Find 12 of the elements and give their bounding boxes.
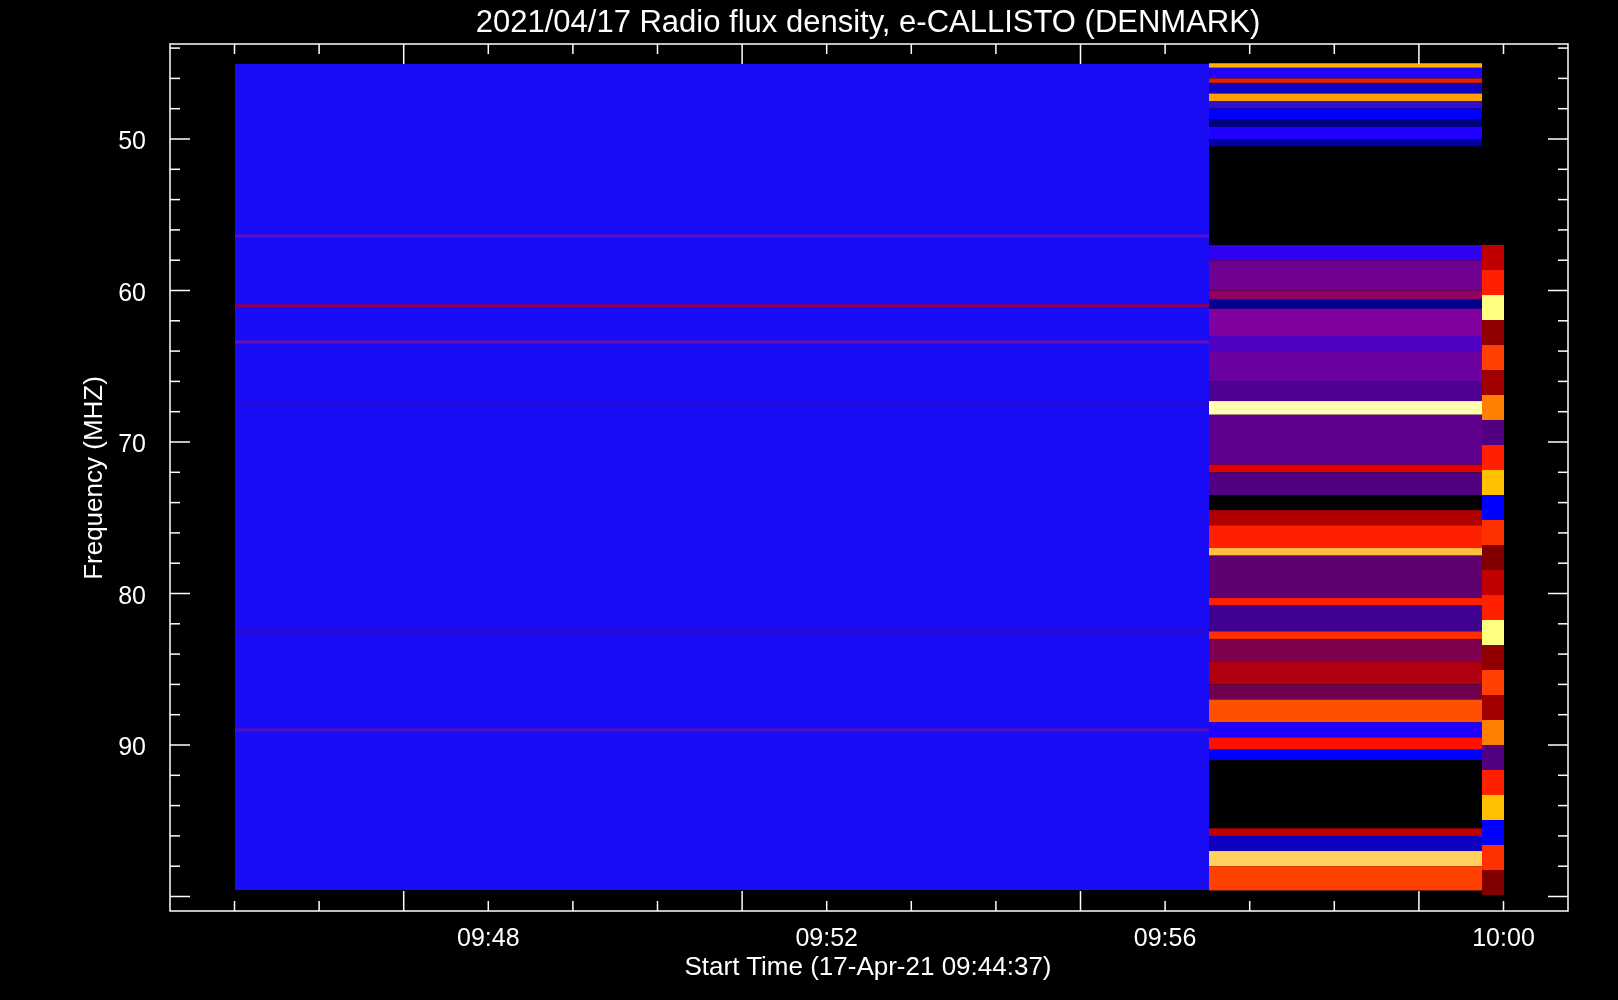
x-axis-label: Start Time (17-Apr-21 09:44:37) — [684, 951, 1052, 981]
y-tick-label: 70 — [118, 429, 146, 457]
x-tick-label: 09:56 — [1133, 923, 1197, 951]
y-tick-label: 80 — [118, 580, 146, 609]
y-tick-label: 90 — [118, 732, 146, 760]
chart-title: 2021/04/17 Radio flux density, e-CALLISTO (DENMARK) — [475, 4, 1261, 39]
y-tick-label: 60 — [118, 277, 146, 306]
y-axis-label: Frequency (MHZ) — [78, 376, 108, 580]
x-tick-label: 09:52 — [795, 923, 858, 951]
y-tick-label: 50 — [118, 126, 146, 154]
x-tick-label: 09:48 — [457, 923, 520, 951]
x-tick-label: 10:00 — [1472, 923, 1535, 951]
